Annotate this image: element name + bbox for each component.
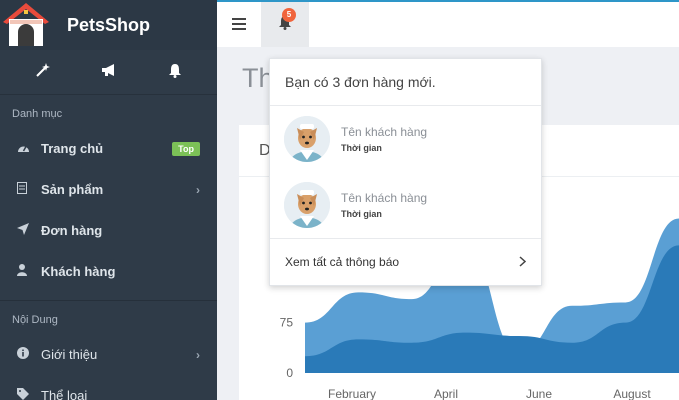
sidebar-item-products[interactable]: Sản phẩm › <box>0 169 217 210</box>
section-title-catalog: Danh mục <box>12 108 63 120</box>
sidebar-item-label: Trang chủ <box>41 141 104 156</box>
y-tick-label: 0 <box>286 366 293 380</box>
notification-item[interactable]: Tên khách hàng Thời gian <box>270 172 541 238</box>
notification-dropdown: Bạn có 3 đơn hàng mới. Tên khách hàng Th… <box>269 58 542 286</box>
top-badge: Top <box>172 141 200 156</box>
customer-name: Tên khách hàng <box>341 125 428 139</box>
sidebar-item-label: Đơn hàng <box>41 223 103 238</box>
section-title-content: Nội Dung <box>12 314 58 326</box>
sidebar-item-label: Thể loại <box>41 388 88 400</box>
sidebar-item-about[interactable]: Giới thiệu › <box>0 334 217 375</box>
sidebar-item-customers[interactable]: Khách hàng <box>0 251 217 292</box>
quick-actions <box>0 50 217 95</box>
avatar <box>284 116 330 162</box>
chevron-right-icon <box>519 255 527 270</box>
sidebar-item-label: Sản phẩm <box>41 182 104 197</box>
topbar: 5 <box>217 0 679 47</box>
brand[interactable]: PetsShop <box>0 0 217 50</box>
notification-time: Thời gian <box>341 143 382 153</box>
sidebar-item-label: Khách hàng <box>41 264 116 279</box>
notification-count-badge: 5 <box>282 8 296 22</box>
chevron-right-icon: › <box>196 347 200 362</box>
notification-text: Tên khách hàng Thời gian <box>341 125 427 153</box>
x-tick-label: June <box>526 387 552 400</box>
sidebar-item-home[interactable]: Trang chủ Top <box>0 128 217 169</box>
customer-name: Tên khách hàng <box>341 191 428 205</box>
user-icon <box>17 264 39 279</box>
sidebar-item-orders[interactable]: Đơn hàng <box>0 210 217 251</box>
avatar <box>284 182 330 228</box>
view-all-notifications-link[interactable]: Xem tất cả thông báo <box>270 238 541 285</box>
notification-item[interactable]: Tên khách hàng Thời gian <box>270 106 541 172</box>
hamburger-icon <box>232 15 246 35</box>
y-tick-label: 75 <box>280 316 294 330</box>
notification-time: Thời gian <box>341 209 382 219</box>
sidebar: PetsShop Danh mục Trang chủ Top Sản phẩm… <box>0 0 217 400</box>
notifications-button[interactable]: 5 <box>261 2 309 47</box>
chevron-right-icon: › <box>196 182 200 197</box>
sidebar-item-category[interactable]: Thể loại <box>0 375 217 400</box>
x-tick-label: April <box>434 387 458 400</box>
paper-plane-icon <box>17 223 39 238</box>
product-icon <box>17 182 39 197</box>
tag-icon <box>17 388 39 400</box>
view-all-label: Xem tất cả thông báo <box>285 255 400 269</box>
x-tick-label: February <box>328 387 376 400</box>
brand-name: PetsShop <box>67 14 151 35</box>
bell-icon[interactable] <box>168 63 182 82</box>
magic-wand-icon[interactable] <box>35 63 50 81</box>
notification-text: Tên khách hàng Thời gian <box>341 191 427 219</box>
x-tick-label: August <box>613 387 651 400</box>
info-icon <box>17 347 39 362</box>
house-logo-icon <box>0 0 52 50</box>
megaphone-icon[interactable] <box>101 63 117 81</box>
sidebar-item-label: Giới thiệu <box>41 347 98 362</box>
dashboard-icon <box>17 142 39 156</box>
menu-toggle-button[interactable] <box>217 2 261 47</box>
dropdown-header: Bạn có 3 đơn hàng mới. <box>270 59 541 106</box>
